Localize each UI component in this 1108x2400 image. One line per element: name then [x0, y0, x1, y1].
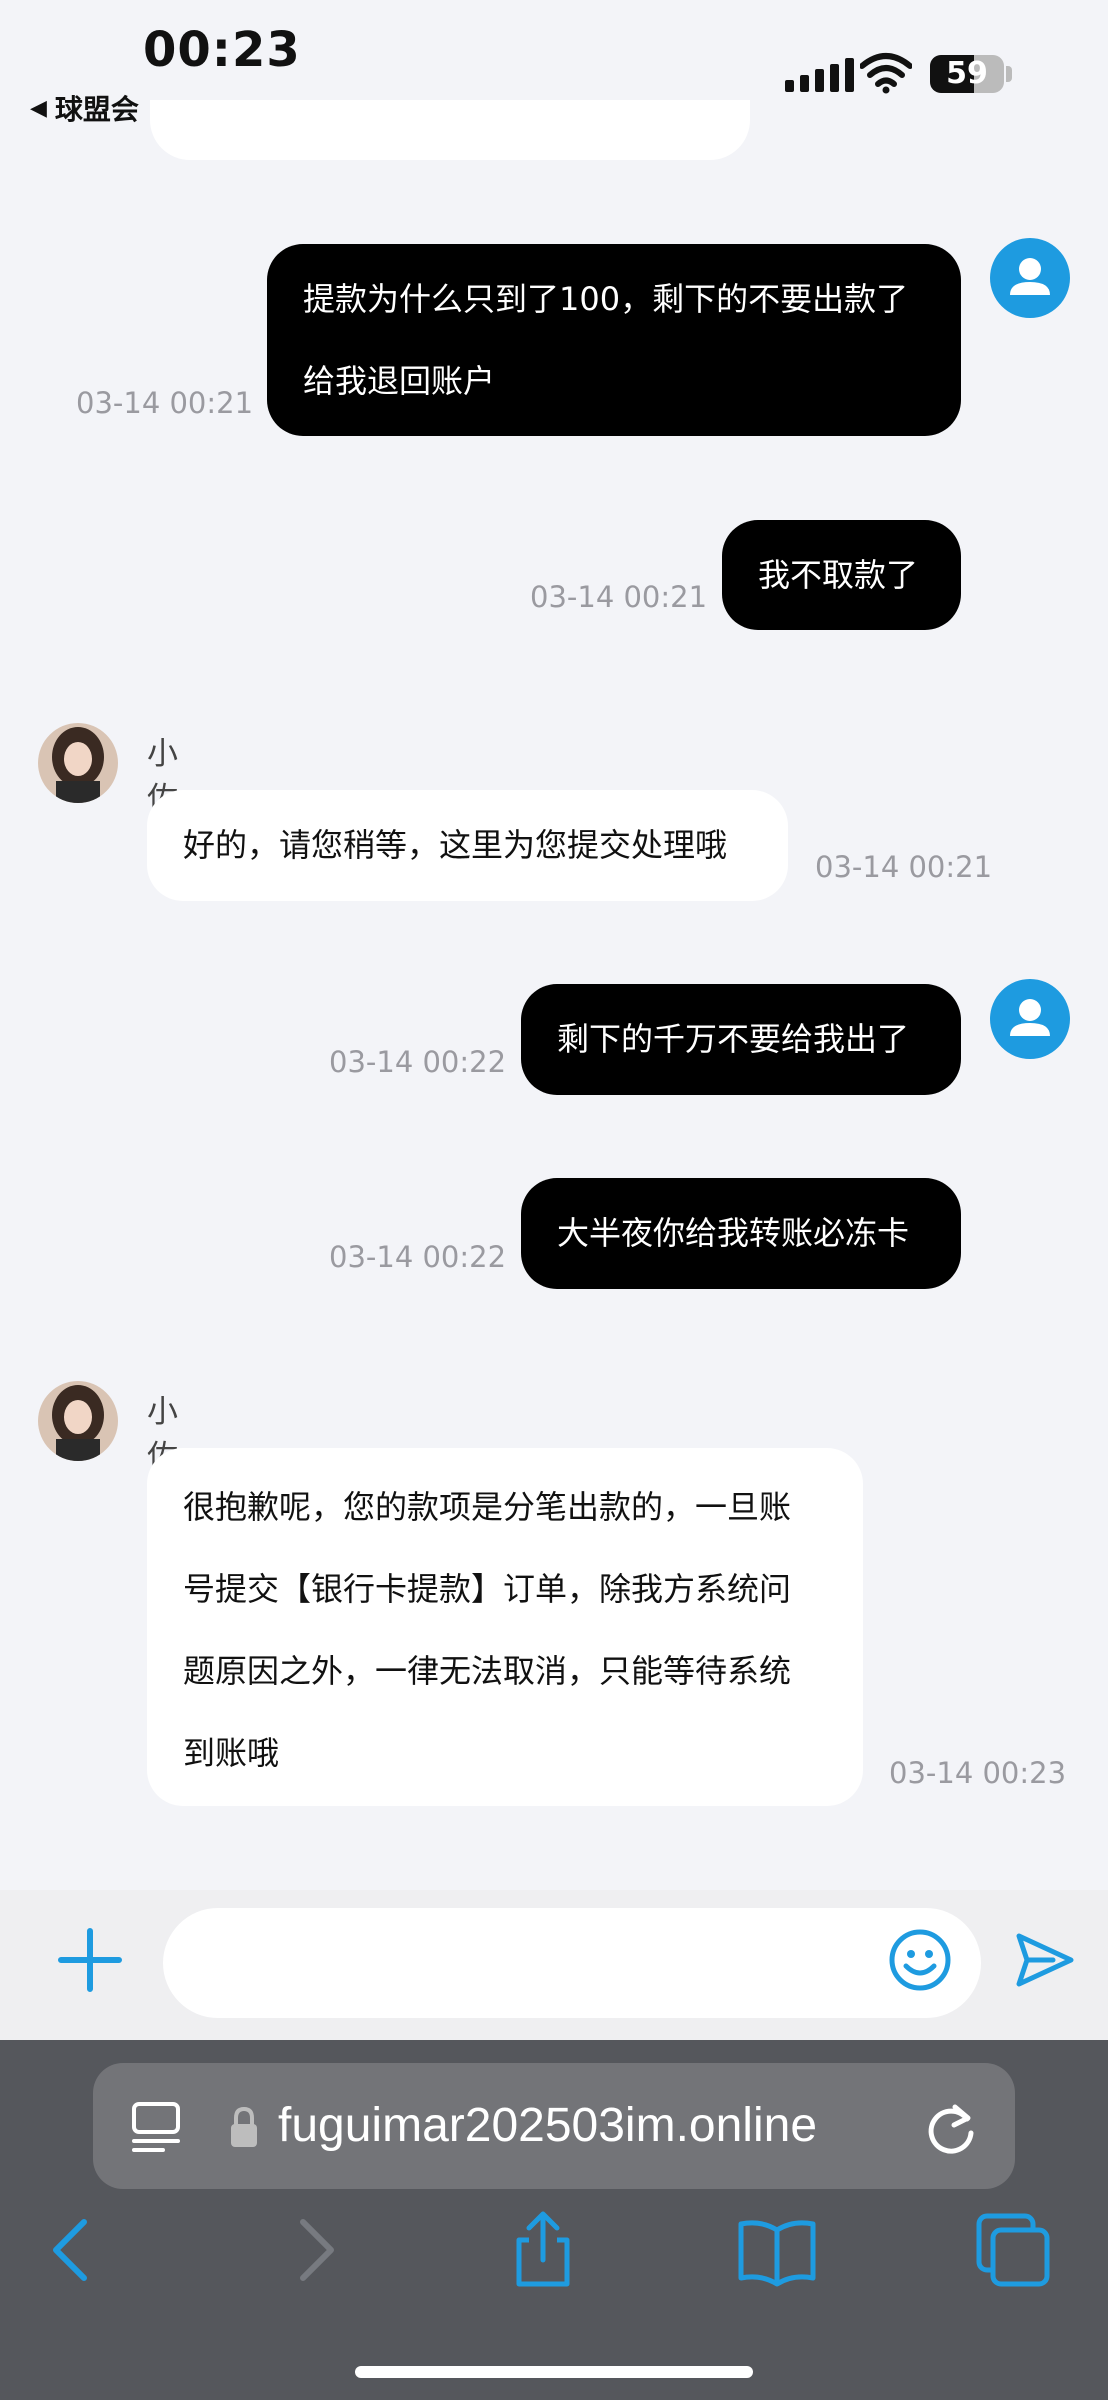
lock-icon	[231, 2106, 257, 2147]
back-triangle-icon: ◀	[30, 95, 47, 121]
clock: 00:23	[143, 22, 301, 78]
user-avatar[interactable]	[990, 238, 1070, 318]
message-timestamp: 03-14 00:23	[889, 1756, 1067, 1790]
message-input[interactable]	[163, 1908, 981, 2018]
user-avatar[interactable]	[990, 979, 1070, 1059]
cellular-signal-icon	[785, 58, 854, 92]
message-line: 给我退回账户	[303, 362, 496, 400]
user-avatar-icon	[1010, 258, 1050, 295]
battery-icon: 59	[930, 55, 1004, 93]
message-timestamp: 03-14 00:21	[530, 580, 708, 614]
message-bubble[interactable]: 剩下的千万不要给我出了	[521, 984, 961, 1095]
message-line: 号提交【银行卡提款】订单，除我方系统问	[183, 1570, 792, 1608]
message-bubble[interactable]: 好的，请您稍等，这里为您提交处理哦	[147, 790, 788, 901]
back-to-app-link[interactable]: ◀ 球盟会	[30, 88, 139, 128]
message-line: 提款为什么只到了100，剩下的不要出款了	[303, 280, 909, 318]
battery-tip	[1006, 66, 1012, 82]
message-line: 我不取款了	[758, 556, 919, 594]
agent-avatar-image	[38, 1381, 118, 1461]
chat-input-bar	[0, 1890, 1108, 2040]
agent-avatar[interactable]	[38, 723, 118, 803]
tabs-icon[interactable]	[973, 2210, 1053, 2290]
message-bubble[interactable]: 很抱歉呢，您的款项是分笔出款的，一旦账 号提交【银行卡提款】订单，除我方系统问 …	[147, 1448, 863, 1806]
address-bar[interactable]: fuguimar202503im.online	[93, 2063, 1015, 2189]
reader-icon[interactable]	[131, 2101, 181, 2153]
wifi-icon	[860, 53, 912, 94]
share-icon[interactable]	[503, 2210, 583, 2290]
previous-message-bubble	[150, 100, 750, 160]
battery-percent: 59	[946, 56, 988, 91]
message-bubble[interactable]: 大半夜你给我转账必冻卡	[521, 1178, 961, 1289]
reload-icon[interactable]	[925, 2099, 979, 2155]
url-text: fuguimar202503im.online	[278, 2099, 818, 2152]
message-line: 题原因之外，一律无法取消，只能等待系统	[183, 1652, 792, 1690]
message-line: 大半夜你给我转账必冻卡	[557, 1214, 910, 1252]
agent-avatar[interactable]	[38, 1381, 118, 1461]
send-icon[interactable]	[1013, 1928, 1077, 1992]
user-avatar-icon	[1010, 999, 1050, 1036]
message-bubble[interactable]: 我不取款了	[722, 520, 961, 630]
message-line: 很抱歉呢，您的款项是分笔出款的，一旦账	[183, 1488, 792, 1526]
browser-toolbar: fuguimar202503im.online	[0, 2040, 1108, 2400]
message-timestamp: 03-14 00:22	[329, 1045, 507, 1079]
message-line: 剩下的千万不要给我出了	[557, 1020, 910, 1058]
message-bubble[interactable]: 提款为什么只到了100，剩下的不要出款了 给我退回账户	[267, 244, 961, 436]
agent-avatar-image	[38, 723, 118, 803]
forward-icon[interactable]	[275, 2210, 355, 2290]
emoji-icon[interactable]	[888, 1928, 952, 1992]
back-icon[interactable]	[32, 2210, 112, 2290]
bookmarks-icon[interactable]	[737, 2210, 817, 2290]
plus-icon[interactable]	[55, 1925, 125, 1995]
home-indicator[interactable]	[355, 2366, 753, 2378]
message-line: 到账哦	[183, 1734, 280, 1772]
message-line: 好的，请您稍等，这里为您提交处理哦	[183, 826, 728, 864]
message-timestamp: 03-14 00:22	[329, 1240, 507, 1274]
message-timestamp: 03-14 00:21	[76, 386, 254, 420]
back-app-label: 球盟会	[54, 93, 139, 126]
message-timestamp: 03-14 00:21	[815, 850, 993, 884]
